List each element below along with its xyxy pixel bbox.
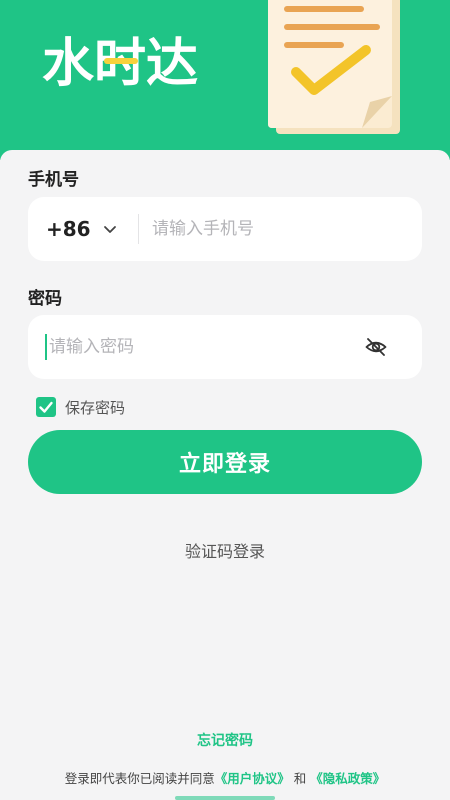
text-caret xyxy=(45,334,47,360)
password-field xyxy=(28,315,422,379)
remember-checkbox[interactable] xyxy=(36,397,56,417)
header-banner: 水时达 xyxy=(0,0,450,160)
logo-accent-stroke xyxy=(104,58,138,64)
remember-password[interactable]: 保存密码 xyxy=(36,396,125,418)
home-indicator xyxy=(175,796,275,800)
agreement-conjunction: 和 xyxy=(293,771,307,786)
login-button[interactable]: 立即登录 xyxy=(28,430,422,494)
agreement-text: 登录即代表你已阅读并同意《用户协议》 和 《隐私政策》 xyxy=(0,768,450,787)
chevron-down-icon[interactable] xyxy=(102,221,118,237)
remember-label: 保存密码 xyxy=(65,398,126,417)
checkmark-icon xyxy=(39,401,53,413)
password-input[interactable] xyxy=(49,335,339,359)
password-label: 密码 xyxy=(28,289,62,309)
field-divider xyxy=(138,214,139,244)
privacy-policy-link[interactable]: 《隐私政策》 xyxy=(310,771,385,786)
app-logo: 水时达 xyxy=(42,34,199,94)
country-code-selector[interactable]: +86 xyxy=(46,217,91,241)
phone-label: 手机号 xyxy=(28,170,79,190)
sms-login-link[interactable]: 验证码登录 xyxy=(0,538,450,562)
phone-field: +86 xyxy=(28,197,422,261)
eye-off-icon[interactable] xyxy=(364,335,388,359)
user-agreement-link[interactable]: 《用户协议》 xyxy=(215,771,290,786)
phone-input[interactable] xyxy=(152,217,402,241)
agreement-prefix: 登录即代表你已阅读并同意 xyxy=(64,771,215,786)
forgot-password-link[interactable]: 忘记密码 xyxy=(0,730,450,750)
document-check-illustration xyxy=(268,0,400,134)
